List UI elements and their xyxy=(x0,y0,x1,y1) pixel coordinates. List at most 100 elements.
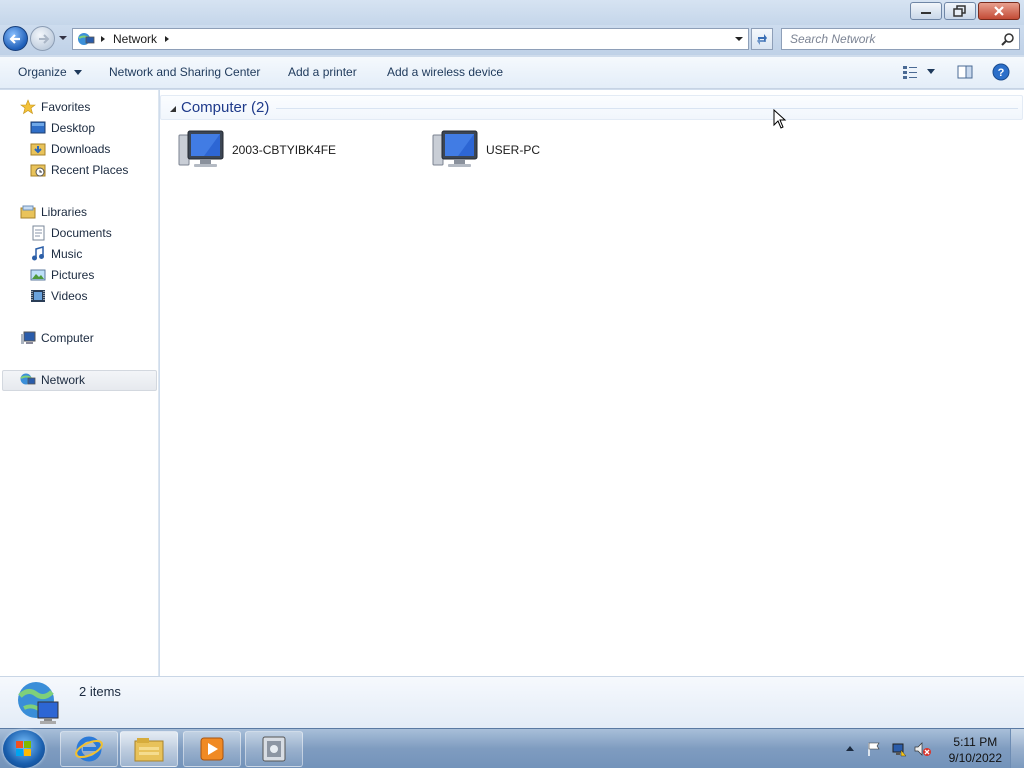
network-computer-name: USER-PC xyxy=(486,143,541,157)
group-divider xyxy=(276,108,1018,109)
network-globe-icon xyxy=(18,682,59,724)
nav-videos[interactable]: Videos xyxy=(30,286,87,306)
nav-desktop-label: Desktop xyxy=(51,121,96,135)
nav-computer-label: Computer xyxy=(41,331,94,345)
recent-places-icon xyxy=(30,164,46,177)
search-input[interactable] xyxy=(782,29,987,49)
desktop-icon xyxy=(30,121,46,134)
breadcrumb-chevron-icon[interactable] xyxy=(163,35,171,43)
title-bar xyxy=(0,0,1024,25)
close-icon xyxy=(994,6,1004,16)
music-icon xyxy=(32,246,44,261)
add-wireless-device-button[interactable]: Add a wireless device xyxy=(387,65,503,79)
nav-documents-label: Documents xyxy=(51,226,112,240)
svg-text:?: ? xyxy=(998,67,1005,79)
action-center-flag-icon[interactable] xyxy=(866,741,882,757)
group-header-computer[interactable]: Computer (2) xyxy=(160,95,1023,120)
view-options-icon[interactable] xyxy=(902,64,918,80)
nav-network-label: Network xyxy=(41,373,86,387)
clock-date: 9/10/2022 xyxy=(948,751,1002,765)
forward-arrow-icon xyxy=(38,33,49,44)
nav-recent-places-label: Recent Places xyxy=(51,163,129,177)
nav-computer[interactable]: Computer xyxy=(20,328,94,348)
nav-desktop[interactable]: Desktop xyxy=(30,118,95,138)
documents-icon xyxy=(32,225,45,241)
network-sharing-center-button[interactable]: Network and Sharing Center xyxy=(109,65,260,79)
nav-downloads[interactable]: Downloads xyxy=(30,139,110,159)
nav-libraries[interactable]: Libraries xyxy=(20,202,87,222)
navigation-pane: Favorites Desktop Downloads Recent Place… xyxy=(0,90,159,676)
volume-muted-icon[interactable] xyxy=(914,741,932,757)
collapse-triangle-icon[interactable] xyxy=(169,105,177,113)
nav-music[interactable]: Music xyxy=(30,244,82,264)
organize-button[interactable]: Organize xyxy=(18,65,83,79)
system-clock[interactable]: 5:11 PM 9/10/2022 xyxy=(949,734,1002,766)
libraries-icon xyxy=(20,205,36,219)
back-arrow-icon xyxy=(8,33,20,44)
command-bar: Organize Network and Sharing Center Add … xyxy=(0,57,1024,89)
media-player-icon xyxy=(200,737,224,761)
clock-time: 5:11 PM xyxy=(953,735,998,749)
network-icon xyxy=(78,33,95,45)
search-icon[interactable] xyxy=(1001,32,1015,46)
nav-favorites-label: Favorites xyxy=(41,100,91,114)
mouse-cursor-icon xyxy=(773,109,787,129)
nav-downloads-label: Downloads xyxy=(51,142,111,156)
nav-favorites[interactable]: Favorites xyxy=(20,97,90,117)
show-desktop-button[interactable] xyxy=(1010,729,1024,768)
app-icon xyxy=(262,736,286,762)
search-box[interactable] xyxy=(781,28,1020,50)
computer-icon xyxy=(432,130,478,167)
details-pane: 2 items xyxy=(0,676,1024,728)
refresh-icon xyxy=(757,34,767,45)
address-bar[interactable]: Network xyxy=(72,28,749,50)
item-count: 2 items xyxy=(79,684,121,699)
preview-pane-icon[interactable] xyxy=(957,64,973,80)
group-title: Computer (2) xyxy=(181,99,270,116)
window-controls xyxy=(910,2,1020,20)
address-dropdown-icon[interactable] xyxy=(734,35,744,43)
content-pane: Computer (2) 2003-CBTYIBK4FE USER-PC xyxy=(160,90,1024,676)
recent-pages-dropdown-icon[interactable] xyxy=(58,34,68,42)
breadcrumb-network[interactable]: Network xyxy=(113,32,157,46)
nav-documents[interactable]: Documents xyxy=(30,223,112,243)
close-button[interactable] xyxy=(978,2,1020,20)
taskbar: 5:11 PM 9/10/2022 xyxy=(0,728,1024,768)
downloads-folder-icon xyxy=(30,143,46,156)
nav-recent-places[interactable]: Recent Places xyxy=(30,160,128,180)
forward-button[interactable] xyxy=(30,26,55,51)
network-computer-item[interactable]: 2003-CBTYIBK4FE xyxy=(178,128,336,172)
nav-libraries-label: Libraries xyxy=(41,205,88,219)
taskbar-media-player[interactable] xyxy=(183,731,241,767)
restore-icon xyxy=(953,5,966,17)
chevron-down-icon[interactable] xyxy=(927,69,935,75)
network-computer-item[interactable]: USER-PC xyxy=(432,128,540,172)
star-icon xyxy=(20,99,36,115)
nav-music-label: Music xyxy=(51,247,83,261)
back-button[interactable] xyxy=(3,26,28,51)
refresh-button[interactable] xyxy=(751,28,773,50)
network-status-icon[interactable] xyxy=(891,741,907,757)
address-row: Network xyxy=(0,25,1024,55)
restore-button[interactable] xyxy=(944,2,976,20)
add-printer-button[interactable]: Add a printer xyxy=(288,65,357,79)
taskbar-windows-explorer[interactable] xyxy=(120,731,178,767)
computer-icon xyxy=(21,331,36,344)
windows-explorer-icon xyxy=(134,738,164,762)
network-computer-name: 2003-CBTYIBK4FE xyxy=(232,143,337,157)
nav-pictures[interactable]: Pictures xyxy=(30,265,94,285)
help-icon[interactable]: ? xyxy=(992,63,1010,81)
internet-explorer-icon xyxy=(75,736,103,762)
nav-network[interactable]: Network xyxy=(20,370,85,390)
taskbar-internet-explorer[interactable] xyxy=(60,731,118,767)
show-hidden-icons-icon[interactable] xyxy=(845,744,855,752)
breadcrumb-chevron-icon[interactable] xyxy=(99,35,107,43)
minimize-button[interactable] xyxy=(910,2,942,20)
pictures-icon xyxy=(30,269,46,281)
videos-icon xyxy=(31,290,45,302)
start-button[interactable] xyxy=(3,730,45,768)
taskbar-app[interactable] xyxy=(245,731,303,767)
nav-videos-label: Videos xyxy=(51,289,88,303)
chevron-down-icon xyxy=(74,69,83,75)
windows-logo-icon xyxy=(16,741,31,756)
